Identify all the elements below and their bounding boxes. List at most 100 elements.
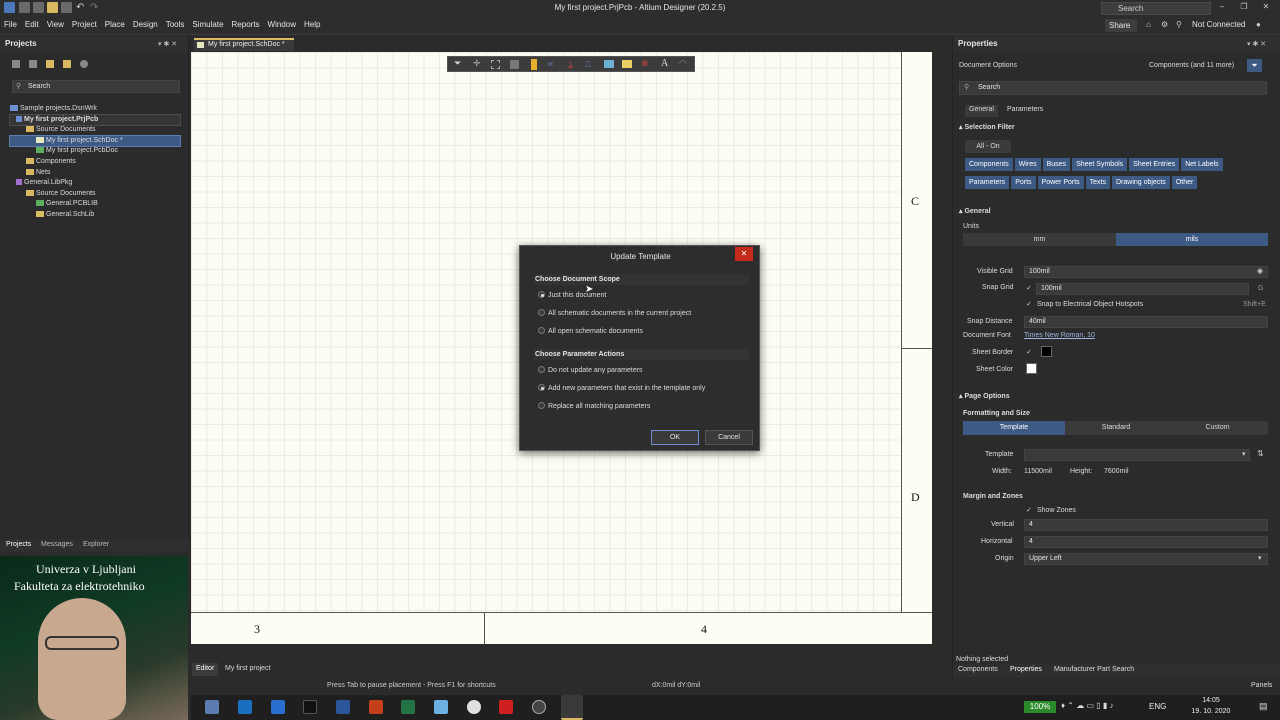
- origin-select[interactable]: Upper Left: [1024, 553, 1268, 565]
- horizontal-input[interactable]: 4: [1024, 536, 1268, 548]
- tab-manufacturer-part-search[interactable]: Manufacturer Part Search: [1054, 666, 1134, 673]
- menu-edit[interactable]: Edit: [21, 17, 43, 32]
- home-icon[interactable]: ⌂: [1146, 20, 1151, 29]
- vertical-input[interactable]: 4: [1024, 519, 1268, 531]
- minimize-icon[interactable]: –: [1215, 2, 1229, 15]
- directive-icon[interactable]: ⊗: [641, 58, 649, 69]
- port-icon[interactable]: [622, 60, 632, 68]
- sheet-symbol-icon[interactable]: [604, 60, 614, 68]
- panels-button[interactable]: Panels: [1251, 682, 1272, 689]
- menu-project[interactable]: Project: [68, 17, 101, 32]
- connection-status[interactable]: Not Connected: [1192, 20, 1245, 29]
- tab-parameters[interactable]: Parameters: [1003, 105, 1047, 117]
- language-indicator[interactable]: ENG: [1149, 702, 1166, 711]
- load-template-icon[interactable]: ⇅: [1257, 449, 1264, 458]
- chip-sheet-symbols[interactable]: Sheet Symbols: [1072, 158, 1128, 171]
- page-options-title[interactable]: ▴ Page Options: [959, 392, 1010, 400]
- close-icon[interactable]: ✕: [1259, 2, 1273, 15]
- tab-components[interactable]: Components: [958, 666, 998, 673]
- tab-general[interactable]: General: [965, 105, 998, 117]
- global-search-input[interactable]: Search: [1101, 2, 1211, 15]
- clock-date[interactable]: 19. 10. 2020: [1189, 708, 1233, 715]
- tree-item-workspace[interactable]: Sample projects.DsnWrk: [10, 104, 180, 115]
- outlook-icon[interactable]: [238, 700, 252, 714]
- menu-help[interactable]: Help: [300, 17, 324, 32]
- tab-project[interactable]: My first project: [225, 665, 271, 672]
- panel-controls-icon[interactable]: ▾ ✱ ✕: [158, 40, 177, 48]
- tab-properties[interactable]: Properties: [1010, 666, 1042, 673]
- tab-messages[interactable]: Messages: [41, 541, 73, 548]
- chip-components[interactable]: Components: [965, 158, 1013, 171]
- tab-explorer[interactable]: Explorer: [83, 541, 109, 548]
- menu-file[interactable]: File: [0, 17, 21, 32]
- scope-option-this-document[interactable]: Just this document: [538, 291, 606, 299]
- panel-controls-icon[interactable]: ▾ ✱ ✕: [1247, 40, 1266, 48]
- scope-option-all-open[interactable]: All open schematic documents: [538, 327, 643, 335]
- acrobat-icon[interactable]: [499, 700, 513, 714]
- tree-item-nets[interactable]: Nets: [10, 168, 180, 179]
- tab-editor[interactable]: Editor: [192, 663, 219, 676]
- all-on-button[interactable]: All - On: [965, 140, 1011, 153]
- tree-item-components[interactable]: Components: [10, 157, 180, 168]
- document-font-link[interactable]: Times New Roman, 10: [1024, 332, 1095, 339]
- snap-grid-input[interactable]: 100mil: [1036, 283, 1249, 295]
- maximize-icon[interactable]: ❐: [1237, 2, 1251, 15]
- open-folder-icon[interactable]: [46, 60, 54, 68]
- chrome-icon[interactable]: [467, 700, 481, 714]
- chip-net-labels[interactable]: Net Labels: [1181, 158, 1223, 171]
- move-icon[interactable]: ✛: [473, 58, 481, 69]
- projects-search-input[interactable]: Search: [12, 80, 180, 93]
- ok-button[interactable]: OK: [651, 430, 699, 445]
- settings-app-icon[interactable]: [532, 700, 546, 714]
- menu-place[interactable]: Place: [101, 17, 129, 32]
- tree-item-pcblib[interactable]: General.PCBLIB: [10, 199, 180, 210]
- notes-icon[interactable]: [434, 700, 448, 714]
- menu-tools[interactable]: Tools: [162, 17, 189, 32]
- menu-design[interactable]: Design: [129, 17, 162, 32]
- tray-icons[interactable]: ♦ ⌃ ☁ ▭ ▯ ▮ ♪: [1061, 701, 1113, 710]
- power-port-icon[interactable]: ⏚: [566, 59, 575, 72]
- filter-icon[interactable]: ⏷: [454, 58, 461, 69]
- chip-texts[interactable]: Texts: [1085, 176, 1110, 189]
- notification-icon[interactable]: ▤: [1259, 701, 1268, 712]
- word-icon[interactable]: [336, 700, 350, 714]
- clock-time[interactable]: 14:05: [1191, 697, 1231, 704]
- text-icon[interactable]: A: [661, 58, 668, 69]
- param-option-add-new[interactable]: Add new parameters that exist in the tem…: [538, 384, 705, 392]
- chip-wires[interactable]: Wires: [1014, 158, 1041, 171]
- place-part-icon[interactable]: [531, 59, 537, 70]
- template-select[interactable]: [1024, 449, 1250, 461]
- sheet-border-checkbox[interactable]: ✓: [1026, 348, 1032, 356]
- options-icon[interactable]: [80, 60, 88, 68]
- save-project-icon[interactable]: [29, 60, 37, 68]
- eye-icon[interactable]: ◉: [1257, 267, 1263, 275]
- tree-item-pcbdoc[interactable]: My first project.PcbDoc: [10, 146, 180, 157]
- new-folder-icon[interactable]: [63, 60, 71, 68]
- user-icon[interactable]: ●: [1256, 20, 1261, 29]
- units-mils-button[interactable]: mils: [1116, 233, 1268, 246]
- size-tab-custom[interactable]: Custom: [1167, 421, 1268, 435]
- sheet-border-color-swatch[interactable]: [1041, 346, 1052, 357]
- chip-buses[interactable]: Buses: [1042, 158, 1071, 171]
- scope-option-all-project[interactable]: All schematic documents in the current p…: [538, 309, 691, 317]
- chip-drawing-objects[interactable]: Drawing objects: [1112, 176, 1170, 189]
- terminal-icon[interactable]: [303, 700, 317, 714]
- selection-filter-title[interactable]: ▴ Selection Filter: [959, 123, 1015, 131]
- menu-simulate[interactable]: Simulate: [188, 17, 227, 32]
- excel-icon[interactable]: [401, 700, 415, 714]
- zoom-indicator[interactable]: 100%: [1024, 701, 1056, 713]
- sheet-color-swatch[interactable]: [1026, 363, 1037, 374]
- project-settings-icon[interactable]: [12, 60, 20, 68]
- tab-projects[interactable]: Projects: [6, 541, 31, 548]
- dialog-close-button[interactable]: ✕: [735, 247, 753, 261]
- menu-reports[interactable]: Reports: [228, 17, 264, 32]
- units-mm-button[interactable]: mm: [963, 233, 1116, 246]
- param-option-replace[interactable]: Replace all matching parameters: [538, 402, 650, 410]
- cancel-button[interactable]: Cancel: [705, 430, 753, 445]
- snap-hotspots-checkbox[interactable]: ✓: [1026, 300, 1032, 308]
- filter-icon[interactable]: ⏷: [1247, 59, 1262, 72]
- tree-item-schdoc[interactable]: My first project.SchDoc *: [9, 134, 181, 148]
- altium-taskbar-icon[interactable]: [561, 695, 583, 720]
- network-app-icon[interactable]: [205, 700, 219, 714]
- arc-icon[interactable]: ◠: [679, 58, 687, 69]
